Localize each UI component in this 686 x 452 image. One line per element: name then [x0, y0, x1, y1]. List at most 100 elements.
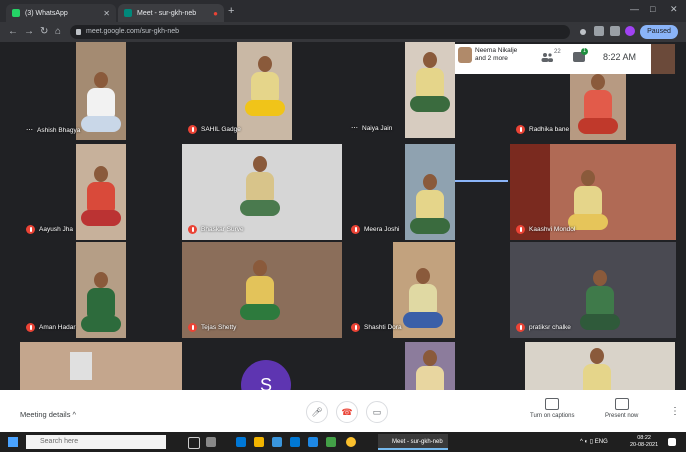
- tab-label: Meet - sur-gkh-neb: [137, 9, 197, 17]
- search-placeholder: Search here: [40, 438, 79, 445]
- reload-icon[interactable]: ↻: [40, 26, 48, 37]
- participant-figure: [81, 166, 121, 236]
- camera-icon[interactable]: ▭: [366, 401, 388, 423]
- meeting-controls-bar: Meeting details ^ 🎤︎ ☎ ▭ Turn on caption…: [0, 390, 686, 432]
- participant-figure: [410, 350, 450, 390]
- taskbar-time: 08:22: [637, 435, 651, 441]
- taskbar-clock[interactable]: 08:22 20-08-2021: [630, 435, 658, 449]
- participant-tile[interactable]: SAHIL Gadge: [182, 42, 292, 140]
- tab-whatsapp[interactable]: (3) WhatsApp ✕: [6, 4, 116, 22]
- close-window-icon[interactable]: ✕: [670, 4, 678, 15]
- participant-name: Aman Hadar: [39, 324, 76, 331]
- participant-figure: [580, 270, 620, 338]
- participant-name: Aayush Jha: [39, 226, 73, 233]
- participant-name: SAHIL Gadge: [201, 126, 241, 133]
- browser-tab-bar: (3) WhatsApp ✕ Meet - sur-gkh-neb ● + — …: [0, 0, 686, 22]
- present-icon: [614, 398, 629, 410]
- store-icon[interactable]: [272, 437, 282, 447]
- file-explorer-icon[interactable]: [254, 437, 264, 447]
- presenter-label: Neema Nikalje and 2 more: [475, 47, 518, 62]
- task-view-icon[interactable]: [206, 437, 216, 447]
- participant-figure: [578, 74, 618, 140]
- avatar[interactable]: S: [241, 360, 291, 390]
- mail-icon[interactable]: [290, 437, 300, 447]
- tab-meet[interactable]: Meet - sur-gkh-neb ●: [118, 4, 224, 22]
- participant-tile[interactable]: [20, 342, 182, 390]
- meeting-top-info: Neema Nikalje and 2 more 22 1 8:22 AM: [455, 44, 675, 74]
- system-tray-icons[interactable]: ^ ◐ ▯ ENG: [580, 438, 608, 445]
- windows-taskbar: Search here Meet - sur-gkh-neb ^ ◐ ▯ ENG…: [0, 432, 686, 452]
- captions-button[interactable]: Turn on captions: [530, 398, 574, 419]
- more-options-icon[interactable]: ⋮: [670, 406, 680, 417]
- participant-figure: [81, 272, 121, 338]
- camera-indicator-icon[interactable]: [580, 29, 586, 35]
- back-icon[interactable]: ←: [8, 26, 18, 37]
- taskbar-search[interactable]: Search here: [26, 435, 166, 449]
- participant-video: [237, 42, 292, 140]
- star-icon[interactable]: [594, 26, 604, 36]
- participant-tile[interactable]: Shashti Dora: [345, 242, 455, 338]
- meeting-details-button[interactable]: Meeting details ^: [20, 410, 76, 419]
- participant-video: [405, 42, 455, 138]
- end-call-icon[interactable]: ☎: [336, 401, 358, 423]
- participant-tile[interactable]: ⋯ Ashish Bhagya: [20, 42, 126, 140]
- participant-video: [405, 144, 455, 240]
- mic-off-icon: [516, 225, 525, 234]
- participant-name: Meera Joshi: [364, 226, 400, 233]
- app-icon[interactable]: [326, 437, 336, 447]
- captions-icon: [545, 398, 560, 410]
- app-icon[interactable]: [308, 437, 318, 447]
- address-bar: ← → ↻ ⌂ meet.google.com/sur-gkh-neb Paus…: [0, 22, 686, 42]
- profile-icon[interactable]: [625, 26, 635, 36]
- recording-icon: ●: [213, 8, 218, 18]
- participant-tile[interactable]: [525, 342, 675, 390]
- chat-badge: 1: [581, 48, 588, 55]
- extensions-icon[interactable]: [610, 26, 620, 36]
- participant-name: Radhika bane: [529, 126, 570, 133]
- participant-tile[interactable]: Aman Hadar: [20, 242, 126, 338]
- meeting-time: 8:22 AM: [603, 52, 637, 62]
- participant-tile[interactable]: Tejas Shetty: [182, 242, 342, 338]
- participant-tile[interactable]: pratiksr chalke: [510, 242, 676, 338]
- maximize-icon[interactable]: □: [650, 4, 655, 14]
- profile-paused-pill[interactable]: Paused: [640, 25, 678, 39]
- whatsapp-icon: [12, 9, 20, 17]
- participant-name: Shashti Dora: [364, 324, 402, 331]
- home-icon[interactable]: ⌂: [55, 26, 61, 37]
- windows-start-icon[interactable]: [8, 437, 18, 447]
- minimize-icon[interactable]: —: [630, 4, 639, 14]
- presenter-thumbnail: [458, 47, 472, 63]
- forward-icon[interactable]: →: [24, 26, 34, 37]
- people-icon[interactable]: [541, 52, 553, 62]
- participant-figure: [240, 260, 280, 330]
- participant-video: [393, 242, 455, 338]
- participant-figure: [577, 348, 617, 390]
- participant-tile[interactable]: Bhaskar Surve: [182, 144, 342, 240]
- close-icon[interactable]: ✕: [103, 9, 110, 18]
- participant-figure: [240, 156, 280, 226]
- mic-off-icon: [188, 225, 197, 234]
- participant-tile[interactable]: Kaashvi Mondol: [510, 144, 676, 240]
- mic-off-icon: [26, 225, 35, 234]
- participant-name: Ashish Bhagya: [37, 126, 81, 134]
- present-button[interactable]: Present now: [605, 398, 638, 419]
- participant-name: Tejas Shetty: [201, 324, 237, 331]
- participant-video: [76, 144, 126, 240]
- notifications-icon[interactable]: [668, 438, 676, 446]
- participant-tile[interactable]: Aayush Jha: [20, 144, 126, 240]
- meeting-grid: ⋯ Ashish Bhagya SAHIL Gadge ⋯ Naiya Jain R…: [0, 42, 686, 390]
- self-view-thumbnail[interactable]: [651, 44, 675, 74]
- mic-icon[interactable]: 🎤︎: [306, 401, 328, 423]
- new-tab-button[interactable]: +: [228, 5, 234, 17]
- edge-icon[interactable]: [236, 437, 246, 447]
- participant-tile[interactable]: [405, 342, 455, 390]
- taskbar-date: 20-08-2021: [630, 442, 659, 448]
- chrome-icon[interactable]: [346, 437, 356, 447]
- captions-label: Turn on captions: [530, 413, 575, 419]
- mic-off-icon: [188, 125, 197, 134]
- taskbar-chrome-app[interactable]: Meet - sur-gkh-neb: [378, 434, 448, 450]
- cortana-icon[interactable]: [188, 437, 200, 449]
- participant-tile[interactable]: ⋯ Naiya Jain: [345, 42, 455, 138]
- participant-tile[interactable]: Meera Joshi: [345, 144, 455, 240]
- url-field[interactable]: meet.google.com/sur-gkh-neb: [70, 25, 570, 39]
